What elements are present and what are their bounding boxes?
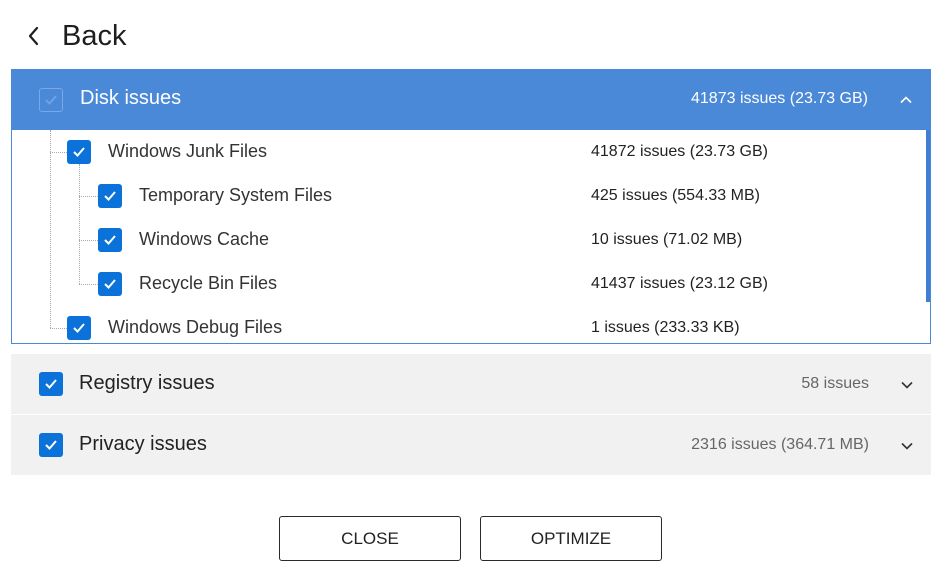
back-label: Back (62, 19, 127, 52)
checkmark-icon (45, 440, 57, 450)
item-value: 41437 issues (23.12 GB) (591, 275, 768, 292)
registry-issues-title: Registry issues (79, 372, 215, 394)
tree-row-windows-debug-files[interactable]: Windows Debug Files 1 issues (233.33 KB) (12, 306, 922, 343)
disk-issues-section: Disk issues 41873 issues (23.73 GB) Wind… (11, 69, 931, 344)
checkmark-icon (73, 147, 85, 157)
windows-cache-checkbox[interactable] (98, 228, 122, 252)
checkmark-icon (104, 235, 116, 245)
item-name: Temporary System Files (139, 185, 333, 205)
checkmark-icon (45, 95, 57, 105)
disk-issues-header[interactable]: Disk issues 41873 issues (23.73 GB) (12, 70, 930, 130)
back-button[interactable]: Back (26, 14, 126, 58)
privacy-issues-checkbox[interactable] (39, 433, 63, 457)
item-name: Windows Debug Files (108, 317, 283, 337)
optimize-button[interactable]: OPTIMIZE (480, 516, 662, 561)
checkmark-icon (104, 191, 116, 201)
recycle-bin-files-checkbox[interactable] (98, 272, 122, 296)
close-button[interactable]: CLOSE (279, 516, 461, 561)
disk-issues-tree: Windows Junk Files 41872 issues (23.73 G… (12, 130, 930, 343)
item-value: 1 issues (233.33 KB) (591, 319, 740, 336)
tree-row-temporary-system-files[interactable]: Temporary System Files 425 issues (554.3… (12, 174, 922, 218)
privacy-issues-title: Privacy issues (79, 433, 207, 455)
tree-scrollbar[interactable] (926, 130, 930, 302)
temporary-system-files-checkbox[interactable] (98, 184, 122, 208)
item-name: Windows Cache (139, 229, 270, 249)
chevron-down-icon[interactable] (899, 377, 915, 393)
windows-junk-files-checkbox[interactable] (67, 140, 91, 164)
registry-issues-section[interactable]: Registry issues 58 issues (11, 354, 931, 414)
checkmark-icon (73, 323, 85, 333)
disk-issues-count: 41873 issues (23.73 GB) (691, 90, 868, 107)
chevron-left-icon (26, 25, 48, 47)
windows-debug-files-checkbox[interactable] (67, 316, 91, 340)
tree-row-windows-cache[interactable]: Windows Cache 10 issues (71.02 MB) (12, 218, 922, 262)
registry-issues-checkbox[interactable] (39, 372, 63, 396)
privacy-issues-section[interactable]: Privacy issues 2316 issues (364.71 MB) (11, 415, 931, 475)
item-value: 10 issues (71.02 MB) (591, 231, 743, 248)
item-value: 425 issues (554.33 MB) (591, 187, 760, 204)
registry-issues-count: 58 issues (801, 375, 869, 392)
item-value: 41872 issues (23.73 GB) (591, 143, 768, 160)
chevron-up-icon[interactable] (898, 92, 914, 108)
item-name: Windows Junk Files (108, 141, 268, 161)
disk-issues-title: Disk issues (80, 87, 182, 109)
item-name: Recycle Bin Files (139, 273, 278, 293)
disk-issues-checkbox[interactable] (39, 88, 63, 112)
checkmark-icon (45, 379, 57, 389)
chevron-down-icon[interactable] (899, 438, 915, 454)
privacy-issues-count: 2316 issues (364.71 MB) (691, 436, 869, 453)
tree-row-recycle-bin-files[interactable]: Recycle Bin Files 41437 issues (23.12 GB… (12, 262, 922, 306)
tree-row-windows-junk-files[interactable]: Windows Junk Files 41872 issues (23.73 G… (12, 130, 922, 174)
checkmark-icon (104, 279, 116, 289)
